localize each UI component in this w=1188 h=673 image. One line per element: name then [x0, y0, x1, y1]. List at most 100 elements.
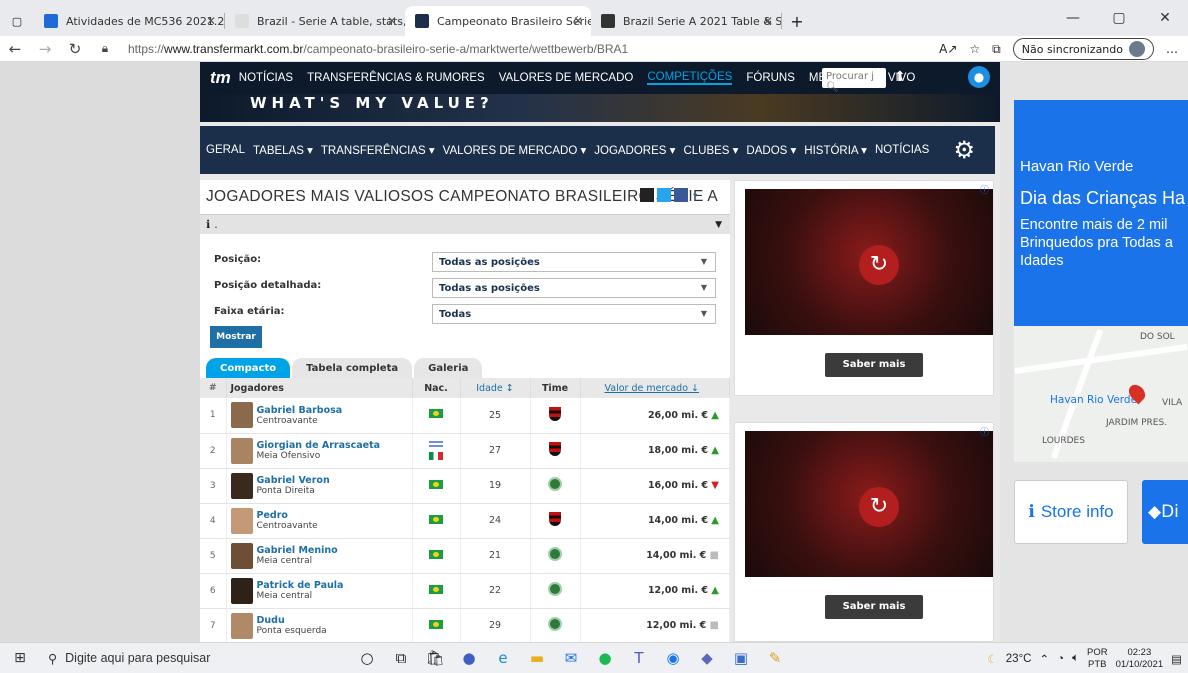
replay-icon[interactable]: ↻: [859, 245, 899, 285]
detailed-position-select[interactable]: Todas as posições ▼: [432, 278, 716, 298]
new-tab-button[interactable]: +: [782, 6, 812, 36]
clock[interactable]: 02:23 01/10/2021: [1116, 647, 1164, 671]
browser-tab-4[interactable]: Brazil Serie A 2021 Table & Stats ✕: [591, 6, 781, 36]
back-arrow-icon[interactable]: ←: [0, 40, 30, 58]
collections-icon[interactable]: ⧉: [992, 42, 1001, 57]
close-tab-icon[interactable]: ✕: [387, 14, 397, 28]
store-map[interactable]: DO SOL Havan Rio Verde JARDIM PRES. LOUR…: [1014, 326, 1188, 462]
player-photo[interactable]: [230, 437, 253, 464]
reload-icon[interactable]: ↻: [60, 40, 90, 58]
subnav-clubes[interactable]: CLUBES ▾: [683, 143, 738, 157]
position-select[interactable]: Todas as posições ▼: [432, 252, 716, 272]
taskbar-search[interactable]: ⚲ Digite aqui para pesquisar: [40, 643, 300, 673]
forward-arrow-icon[interactable]: →: [30, 40, 60, 58]
col-age-sort[interactable]: Idade ↕: [460, 378, 531, 398]
tm-logo[interactable]: tm: [210, 68, 231, 88]
nav-valores[interactable]: VALORES DE MERCADO: [499, 72, 634, 84]
player-name-link[interactable]: Dudu: [257, 615, 327, 626]
nav-noticias[interactable]: NOTÍCIAS: [239, 72, 293, 84]
browser-tab-1[interactable]: Atividades de MC536 2021.2 ✕: [34, 6, 224, 36]
close-tab-icon[interactable]: ✕: [206, 14, 216, 28]
learn-more-button[interactable]: Saber mais: [825, 353, 923, 377]
subnav-geral[interactable]: GERAL: [206, 144, 245, 156]
task-view-icon[interactable]: ⧉: [384, 649, 418, 667]
twitter-share-icon[interactable]: [657, 188, 671, 202]
gear-icon[interactable]: ⚙: [953, 136, 975, 165]
player-photo[interactable]: [230, 612, 253, 639]
url-field[interactable]: https://www.transfermarkt.com.br/campeon…: [128, 42, 628, 56]
club-crest-icon[interactable]: [548, 547, 562, 561]
browser-tab-3-active[interactable]: Campeonato Brasileiro Série A - ✕: [405, 6, 591, 36]
subnav-transferencias[interactable]: TRANSFERÊNCIAS ▾: [321, 143, 435, 157]
market-value[interactable]: 26,00 mi. €: [648, 410, 708, 421]
nav-foruns[interactable]: FÓRUNS: [746, 72, 795, 84]
store-icon[interactable]: 🛍︎: [418, 649, 452, 667]
read-aloud-icon[interactable]: A↗: [939, 42, 957, 56]
replay-icon[interactable]: ↻: [859, 487, 899, 527]
chevron-down-icon[interactable]: ▼: [715, 220, 722, 230]
club-crest-icon[interactable]: [548, 617, 562, 631]
tab-tabela-completa[interactable]: Tabela completa: [292, 358, 413, 380]
col-market-value-sort[interactable]: Valor de mercado ↓: [580, 378, 730, 398]
user-icon[interactable]: ●: [968, 66, 990, 88]
weather-temp[interactable]: 23°C: [1006, 653, 1032, 665]
tray-overflow-icon[interactable]: ⌃: [1039, 652, 1049, 666]
ad-video-frame[interactable]: ↻: [745, 189, 993, 335]
minimize-button[interactable]: —: [1050, 0, 1096, 36]
file-explorer-icon[interactable]: ▬: [520, 649, 554, 667]
subnav-historia[interactable]: HISTÓRIA ▾: [804, 143, 867, 157]
mail-icon[interactable]: ✉: [554, 649, 588, 667]
tm-search-input[interactable]: Procurar j 🔍︎: [822, 68, 886, 93]
player-photo[interactable]: [230, 472, 253, 499]
market-value[interactable]: 14,00 mi. €: [646, 550, 706, 561]
close-window-button[interactable]: ✕: [1142, 0, 1188, 36]
ad-info-icon[interactable]: ⓘ: [980, 183, 989, 196]
app-icon[interactable]: ◉: [656, 649, 690, 667]
upload-arrow-icon[interactable]: ⬆: [894, 69, 906, 85]
market-value[interactable]: 18,00 mi. €: [648, 445, 708, 456]
app-icon[interactable]: ▣: [724, 649, 758, 667]
browser-tab-2[interactable]: Brazil - Serie A table, stats, form ✕: [225, 6, 405, 36]
subnav-jogadores[interactable]: JOGADORES ▾: [594, 143, 675, 157]
market-value[interactable]: 12,00 mi. €: [648, 585, 708, 596]
facebook-share-icon[interactable]: [674, 188, 688, 202]
email-share-icon[interactable]: [640, 188, 654, 202]
club-crest-icon[interactable]: [549, 442, 561, 456]
club-crest-icon[interactable]: [549, 406, 561, 421]
app-icon[interactable]: ◆: [690, 649, 724, 667]
language-indicator[interactable]: POR PTB: [1087, 647, 1108, 671]
network-icon[interactable]: ◔: [1057, 653, 1064, 665]
club-crest-icon[interactable]: [548, 582, 562, 596]
market-value[interactable]: 14,00 mi. €: [648, 515, 708, 526]
subnav-noticias[interactable]: NOTÍCIAS: [875, 144, 929, 156]
market-value[interactable]: 12,00 mi. €: [646, 620, 706, 631]
tab-actions-icon[interactable]: ▢: [0, 6, 34, 36]
sync-button[interactable]: Não sincronizando: [1012, 38, 1154, 60]
nav-transferencias[interactable]: TRANSFERÊNCIAS & RUMORES: [307, 72, 485, 84]
player-name-link[interactable]: Gabriel Veron: [257, 475, 330, 486]
ad-info-icon[interactable]: ⓘ: [980, 425, 989, 438]
market-value[interactable]: 16,00 mi. €: [648, 480, 708, 491]
info-bar[interactable]: ℹ . ▼: [200, 214, 730, 234]
app-icon[interactable]: ✎: [758, 649, 792, 667]
app-icon[interactable]: ●: [452, 649, 486, 667]
more-menu-icon[interactable]: …: [1166, 42, 1178, 56]
age-range-select[interactable]: Todas ▼: [432, 304, 716, 324]
close-tab-icon[interactable]: ✕: [573, 14, 583, 28]
close-tab-icon[interactable]: ✕: [763, 14, 773, 28]
subnav-dados[interactable]: DADOS ▾: [746, 143, 796, 157]
player-photo[interactable]: [230, 402, 253, 429]
tab-galeria[interactable]: Galeria: [414, 358, 483, 380]
store-info-button[interactable]: ℹ Store info: [1014, 480, 1128, 544]
ad-video-frame[interactable]: ↻: [745, 431, 993, 577]
havan-ad[interactable]: Havan Rio Verde Dia das Crianças Ha Enco…: [1014, 100, 1188, 326]
spotify-icon[interactable]: ●: [588, 649, 622, 667]
search-icon[interactable]: 🔍︎: [826, 82, 839, 93]
restore-button[interactable]: ▢: [1096, 0, 1142, 36]
windows-start-icon[interactable]: ⊞: [0, 650, 40, 666]
player-photo[interactable]: [230, 577, 253, 604]
cortana-icon[interactable]: ○: [350, 649, 384, 667]
volume-icon[interactable]: 🔈︎: [1072, 652, 1079, 665]
club-crest-icon[interactable]: [548, 477, 562, 491]
teams-icon[interactable]: T: [622, 649, 656, 667]
